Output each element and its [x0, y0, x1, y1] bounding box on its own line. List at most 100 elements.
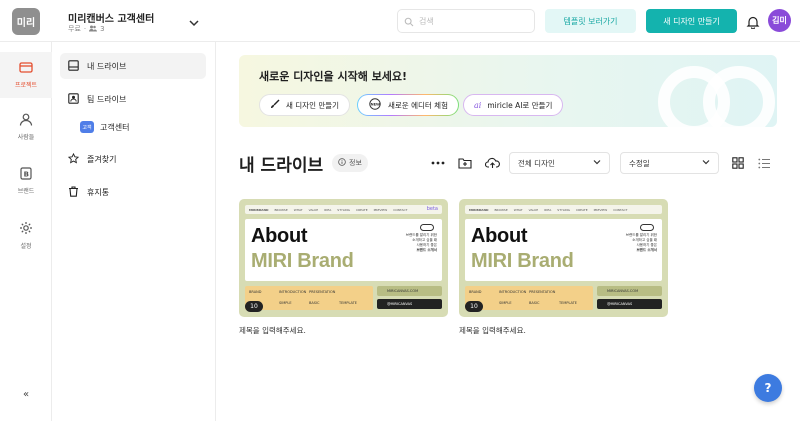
design-thumbnail[interactable]: MIRIBRAND BROWSE WHAT VALUE IDEA STYLING… — [239, 199, 448, 317]
thumb-grid-label: BASIC — [309, 301, 320, 305]
left-rail: 프로젝트 사람들 B 브랜드 설정 « — [0, 42, 52, 421]
gear-icon — [19, 221, 33, 237]
ai-icon: ai — [474, 100, 482, 110]
sidebar-item-label: 고객센터 — [100, 122, 130, 132]
thumb-nav-item: VALUE — [528, 207, 539, 212]
brush-icon — [270, 99, 280, 111]
thumb-grid-label: INTRODUCTION — [279, 290, 307, 294]
thumb-grid-label: PRESENTATION — [529, 290, 556, 294]
drive-sidebar: 내 드라이브 팀 드라이브 고객 고객센터 즐겨찾기 휴지통 — [52, 42, 216, 421]
thumb-nav-item: IDEA — [324, 207, 332, 212]
team-drive-icon — [68, 92, 79, 106]
thumb-grid-label: TEMPLATE — [339, 301, 357, 305]
rail-item-settings[interactable]: 설정 — [0, 212, 52, 258]
thumb-grid-label: PRESENTATION — [309, 290, 336, 294]
banner-decoration — [658, 66, 775, 127]
thumb-nav-item: BROWSE — [274, 207, 288, 212]
trash-icon — [68, 185, 79, 199]
new-folder-icon[interactable] — [457, 155, 473, 171]
sidebar-item-favorites[interactable]: 즐겨찾기 — [60, 146, 206, 172]
thumb-side-text: 브랜드를 알리기 위한 소개하고 싶을 때 사용하기 좋은 브랜드 소개서 — [599, 233, 657, 253]
template-button[interactable]: 템플릿 보러가기 — [545, 9, 636, 33]
list-view-icon[interactable] — [756, 155, 772, 171]
pill-label: 새 디자인 만들기 — [286, 100, 340, 110]
banner-ai-button[interactable]: ai miricle AI로 만들기 — [463, 94, 564, 116]
design-title[interactable]: 제목을 입력해주세요. — [459, 325, 668, 336]
star-icon — [67, 152, 80, 166]
workspace-name[interactable]: 미리캔버스 고객센터 — [68, 10, 154, 25]
thumb-grid-label — [559, 290, 589, 295]
thumb-headline: About — [251, 225, 308, 247]
folder-icon — [19, 61, 33, 76]
info-button[interactable]: 정보 — [332, 154, 368, 172]
rail-label: 프로젝트 — [14, 82, 38, 89]
info-label: 정보 — [349, 159, 362, 167]
thumb-brand: MIRIBRAND — [249, 207, 269, 212]
design-card[interactable]: MIRIBRAND BROWSE WHAT VALUE IDEA STYLING… — [239, 199, 448, 336]
rail-label: 설정 — [20, 242, 32, 250]
sidebar-item-label: 즐겨찾기 — [87, 154, 117, 164]
thumb-grid-label: SIMPLE — [499, 301, 512, 305]
sidebar-item-my-drive[interactable]: 내 드라이브 — [60, 53, 206, 79]
thumb-grid-label: BASIC — [529, 301, 540, 305]
banner-new-editor-button[interactable]: NEW 새로운 에디터 체험 — [357, 94, 459, 116]
thumb-nav-item: CREATE — [356, 207, 368, 212]
thumb-nav-item: STYLING — [557, 207, 570, 212]
thumb-bar: @MIRICANVAS — [377, 299, 442, 309]
sort-select[interactable]: 수정일 — [620, 152, 719, 174]
select-value: 전체 디자인 — [518, 158, 555, 168]
thumb-headline-2: MIRI Brand — [251, 250, 354, 272]
rail-item-brand[interactable]: B 브랜드 — [0, 158, 52, 204]
banner-new-design-button[interactable]: 새 디자인 만들기 — [259, 94, 351, 116]
thumb-nav: MIRIBRAND BROWSE WHAT VALUE IDEA STYLING… — [465, 205, 662, 214]
thumb-nav: MIRIBRAND BROWSE WHAT VALUE IDEA STYLING… — [245, 205, 442, 214]
svg-text:NEW: NEW — [371, 102, 380, 106]
thumb-nav-item: IDEA — [544, 207, 552, 212]
new-design-button[interactable]: 새 디자인 만들기 — [646, 9, 737, 33]
more-icon[interactable] — [430, 155, 446, 171]
thumb-nav-item: BROWSE — [494, 207, 508, 212]
rail-item-people[interactable]: 사람들 — [0, 104, 52, 150]
design-filter-select[interactable]: 전체 디자인 — [509, 152, 610, 174]
thumb-grid-label: BRAND — [469, 290, 482, 294]
thumb-bar: @MIRICANVAS — [597, 299, 662, 309]
pill-label: miricle AI로 만들기 — [487, 100, 553, 110]
thumb-nav-item: PREVIEW — [593, 207, 608, 212]
thumb-side-line: 브랜드 소개서 — [636, 248, 657, 252]
new-badge-icon: NEW — [368, 98, 382, 112]
select-value: 수정일 — [629, 158, 650, 168]
bell-icon[interactable] — [746, 14, 760, 30]
brand-icon: B — [20, 167, 32, 182]
thumb-grid: BRAND INTRODUCTION PRESENTATION SIMPLE B… — [245, 286, 373, 310]
chevron-down-icon[interactable] — [188, 14, 200, 27]
sidebar-item-trash[interactable]: 휴지통 — [60, 179, 206, 205]
upload-icon[interactable] — [484, 155, 500, 171]
thumb-grid-label: SIMPLE — [279, 301, 292, 305]
design-card[interactable]: MIRIBRAND BROWSE WHAT VALUE IDEA STYLING… — [459, 199, 668, 336]
grid-view-icon[interactable] — [730, 155, 746, 171]
design-title[interactable]: 제목을 입력해주세요. — [239, 325, 448, 336]
thumb-brand: MIRIBRAND — [469, 207, 489, 212]
thumb-grid-label: BRAND — [249, 290, 262, 294]
people-icon — [89, 25, 98, 34]
sidebar-item-team-support[interactable]: 고객 고객센터 — [80, 118, 200, 136]
thumb-nav-item: STYLING — [337, 207, 350, 212]
workspace-logo[interactable]: 미리 — [12, 8, 40, 35]
sidebar-item-label: 휴지통 — [87, 187, 110, 197]
collapse-sidebar-button[interactable]: « — [18, 387, 34, 401]
help-button[interactable]: ? — [754, 374, 782, 402]
sidebar-item-team-drive[interactable]: 팀 드라이브 — [60, 86, 206, 112]
thumb-side-line: 브랜드 소개서 — [416, 248, 437, 252]
drive-icon — [68, 59, 79, 73]
search-box[interactable] — [397, 9, 535, 33]
design-thumbnail[interactable]: MIRIBRAND BROWSE WHAT VALUE IDEA STYLING… — [459, 199, 668, 317]
top-bar: 미리 미리캔버스 고객센터 무료 · 3 템플릿 보러가기 새 디자인 만들기 … — [0, 0, 800, 42]
thumb-bar: MIRICANVAS.COM — [377, 286, 442, 296]
rail-label: 브랜드 — [17, 188, 35, 195]
chevron-down-icon — [702, 158, 710, 168]
rail-item-projects[interactable]: 프로젝트 — [0, 52, 52, 98]
avatar[interactable]: 김미 — [768, 9, 791, 32]
page-title: 내 드라이브 — [239, 156, 324, 176]
page-count-badge: 10 — [465, 301, 483, 312]
search-input[interactable] — [419, 16, 519, 26]
